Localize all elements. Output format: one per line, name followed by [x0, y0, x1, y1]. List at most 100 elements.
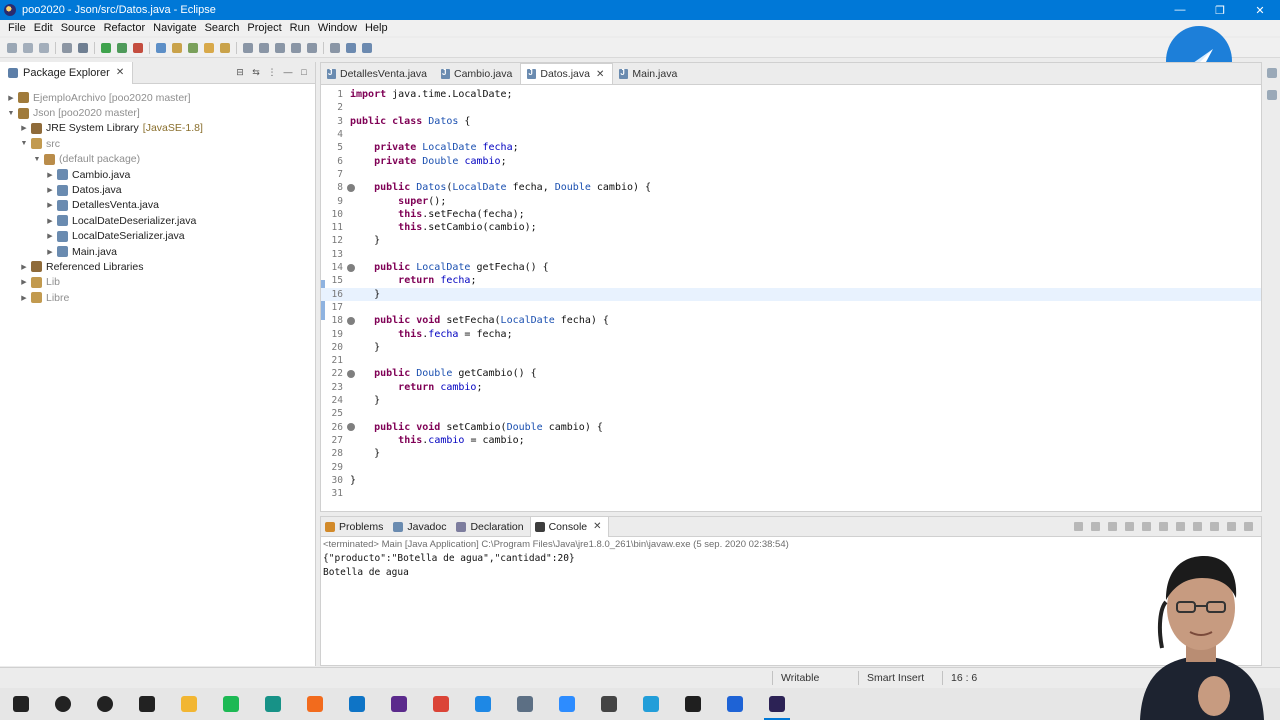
- search-toolbar-icon[interactable]: [220, 42, 230, 53]
- taskbar-item[interactable]: [756, 688, 798, 720]
- menu-project[interactable]: Project: [243, 22, 285, 34]
- pin-icon[interactable]: [307, 42, 317, 53]
- menu-navigate[interactable]: Navigate: [149, 22, 200, 34]
- expand-arrow-icon[interactable]: ▶: [19, 278, 29, 286]
- collapse-all-icon[interactable]: ⊟: [235, 67, 245, 77]
- tree-item[interactable]: ▶ Main.java: [0, 244, 315, 259]
- taskbar-item[interactable]: [294, 688, 336, 720]
- tree-item[interactable]: ▶ LocalDateDeserializer.java: [0, 213, 315, 228]
- task-list-icon[interactable]: [1267, 90, 1277, 100]
- menu-source[interactable]: Source: [57, 22, 100, 34]
- prev-annotation-icon[interactable]: [259, 42, 269, 53]
- expand-arrow-icon[interactable]: ▶: [45, 201, 55, 209]
- taskbar-item[interactable]: [210, 688, 252, 720]
- new-java-project-icon[interactable]: [156, 42, 166, 53]
- taskbar-item[interactable]: [336, 688, 378, 720]
- menu-search[interactable]: Search: [201, 22, 244, 34]
- tab-declaration[interactable]: Declaration: [452, 517, 529, 537]
- taskbar-item[interactable]: [0, 688, 42, 720]
- taskbar-item[interactable]: [42, 688, 84, 720]
- taskbar-item[interactable]: [168, 688, 210, 720]
- new-icon[interactable]: [7, 42, 17, 53]
- expand-arrow-icon[interactable]: ▶: [45, 248, 55, 256]
- remove-all-icon[interactable]: [1108, 522, 1117, 531]
- expand-arrow-icon[interactable]: ▼: [19, 140, 29, 147]
- tree-item[interactable]: ▶ Lib: [0, 275, 315, 290]
- scroll-lock-icon[interactable]: [1142, 522, 1151, 531]
- taskbar-item[interactable]: [714, 688, 756, 720]
- editor-tab[interactable]: Cambio.java: [435, 63, 520, 84]
- taskbar-item[interactable]: [84, 688, 126, 720]
- menu-help[interactable]: Help: [361, 22, 392, 34]
- back-icon[interactable]: [346, 42, 356, 53]
- expand-arrow-icon[interactable]: ▼: [6, 110, 16, 117]
- tree-item[interactable]: ▼ src: [0, 136, 315, 151]
- external-tools-icon[interactable]: [133, 42, 143, 53]
- next-annotation-icon[interactable]: [243, 42, 253, 53]
- taskbar-item[interactable]: [672, 688, 714, 720]
- save-icon[interactable]: [23, 42, 33, 53]
- tab-problems[interactable]: Problems: [321, 517, 389, 537]
- menu-refactor[interactable]: Refactor: [100, 22, 150, 34]
- expand-arrow-icon[interactable]: ▶: [19, 294, 29, 302]
- expand-arrow-icon[interactable]: ▶: [6, 94, 16, 102]
- menu-window[interactable]: Window: [314, 22, 361, 34]
- expand-arrow-icon[interactable]: ▶: [19, 124, 29, 132]
- taskbar-item[interactable]: [630, 688, 672, 720]
- expand-arrow-icon[interactable]: ▼: [32, 156, 42, 163]
- tree-item[interactable]: ▶ DetallesVenta.java: [0, 198, 315, 213]
- close-icon[interactable]: ✕: [596, 69, 604, 80]
- save-all-icon[interactable]: [39, 42, 49, 53]
- expand-arrow-icon[interactable]: ▶: [45, 217, 55, 225]
- taskbar-item[interactable]: [462, 688, 504, 720]
- expand-arrow-icon[interactable]: ▶: [45, 171, 55, 179]
- close-icon[interactable]: ✕: [593, 521, 601, 532]
- expand-arrow-icon[interactable]: ▶: [45, 186, 55, 194]
- tree-item[interactable]: ▼ (default package): [0, 152, 315, 167]
- forward-icon[interactable]: [362, 42, 372, 53]
- taskbar-item[interactable]: [588, 688, 630, 720]
- minimize-view-icon[interactable]: —: [283, 67, 293, 77]
- taskbar-item[interactable]: [420, 688, 462, 720]
- tree-item[interactable]: ▶ Libre: [0, 290, 315, 305]
- menu-file[interactable]: File: [4, 22, 30, 34]
- pin-console-icon[interactable]: [1176, 522, 1185, 531]
- expand-arrow-icon[interactable]: ▶: [19, 263, 29, 271]
- expand-arrow-icon[interactable]: ▶: [45, 232, 55, 240]
- outline-icon[interactable]: [1267, 68, 1277, 78]
- maximize-panel-icon[interactable]: [1244, 522, 1253, 531]
- open-type-icon[interactable]: [204, 42, 214, 53]
- code-editor[interactable]: 1 import java.time.LocalDate; 2 3 public cla…: [321, 85, 1261, 511]
- close-icon[interactable]: ✕: [116, 67, 124, 78]
- menu-edit[interactable]: Edit: [30, 22, 57, 34]
- minimize-button[interactable]: —: [1160, 0, 1200, 20]
- new-package-icon[interactable]: [172, 42, 182, 53]
- toggle-mark-icon[interactable]: [275, 42, 285, 53]
- tree-item[interactable]: ▼ Json [poo2020 master]: [0, 105, 315, 120]
- open-console-icon[interactable]: [1210, 522, 1219, 531]
- link-editor-icon[interactable]: ⇆: [251, 67, 261, 77]
- taskbar-item[interactable]: [504, 688, 546, 720]
- taskbar-item[interactable]: [126, 688, 168, 720]
- taskbar-item[interactable]: [546, 688, 588, 720]
- tree-item[interactable]: ▶ JRE System Library [JavaSE-1.8]: [0, 121, 315, 136]
- taskbar-item[interactable]: [252, 688, 294, 720]
- menu-run[interactable]: Run: [286, 22, 314, 34]
- last-edit-icon[interactable]: [330, 42, 340, 53]
- new-class-icon[interactable]: [188, 42, 198, 53]
- tree-item[interactable]: ▶ LocalDateSerializer.java: [0, 229, 315, 244]
- restore-button[interactable]: ❐: [1200, 0, 1240, 20]
- remove-launch-icon[interactable]: [1091, 522, 1100, 531]
- tab-console[interactable]: Console ✕: [529, 516, 609, 537]
- editor-tab[interactable]: Datos.java ✕: [520, 63, 614, 84]
- tab-package-explorer[interactable]: Package Explorer ✕: [0, 61, 134, 84]
- editor-tab[interactable]: Main.java: [613, 63, 685, 84]
- tree-item[interactable]: ▶ Cambio.java: [0, 167, 315, 182]
- display-console-icon[interactable]: [1193, 522, 1202, 531]
- taskbar-item[interactable]: [378, 688, 420, 720]
- tree-item[interactable]: ▶ Referenced Libraries: [0, 259, 315, 274]
- run-icon[interactable]: [101, 42, 111, 53]
- editor-tab[interactable]: DetallesVenta.java: [321, 63, 435, 84]
- coverage-icon[interactable]: [117, 42, 127, 53]
- console-output[interactable]: {"producto":"Botella de agua","cantidad"…: [321, 552, 1261, 580]
